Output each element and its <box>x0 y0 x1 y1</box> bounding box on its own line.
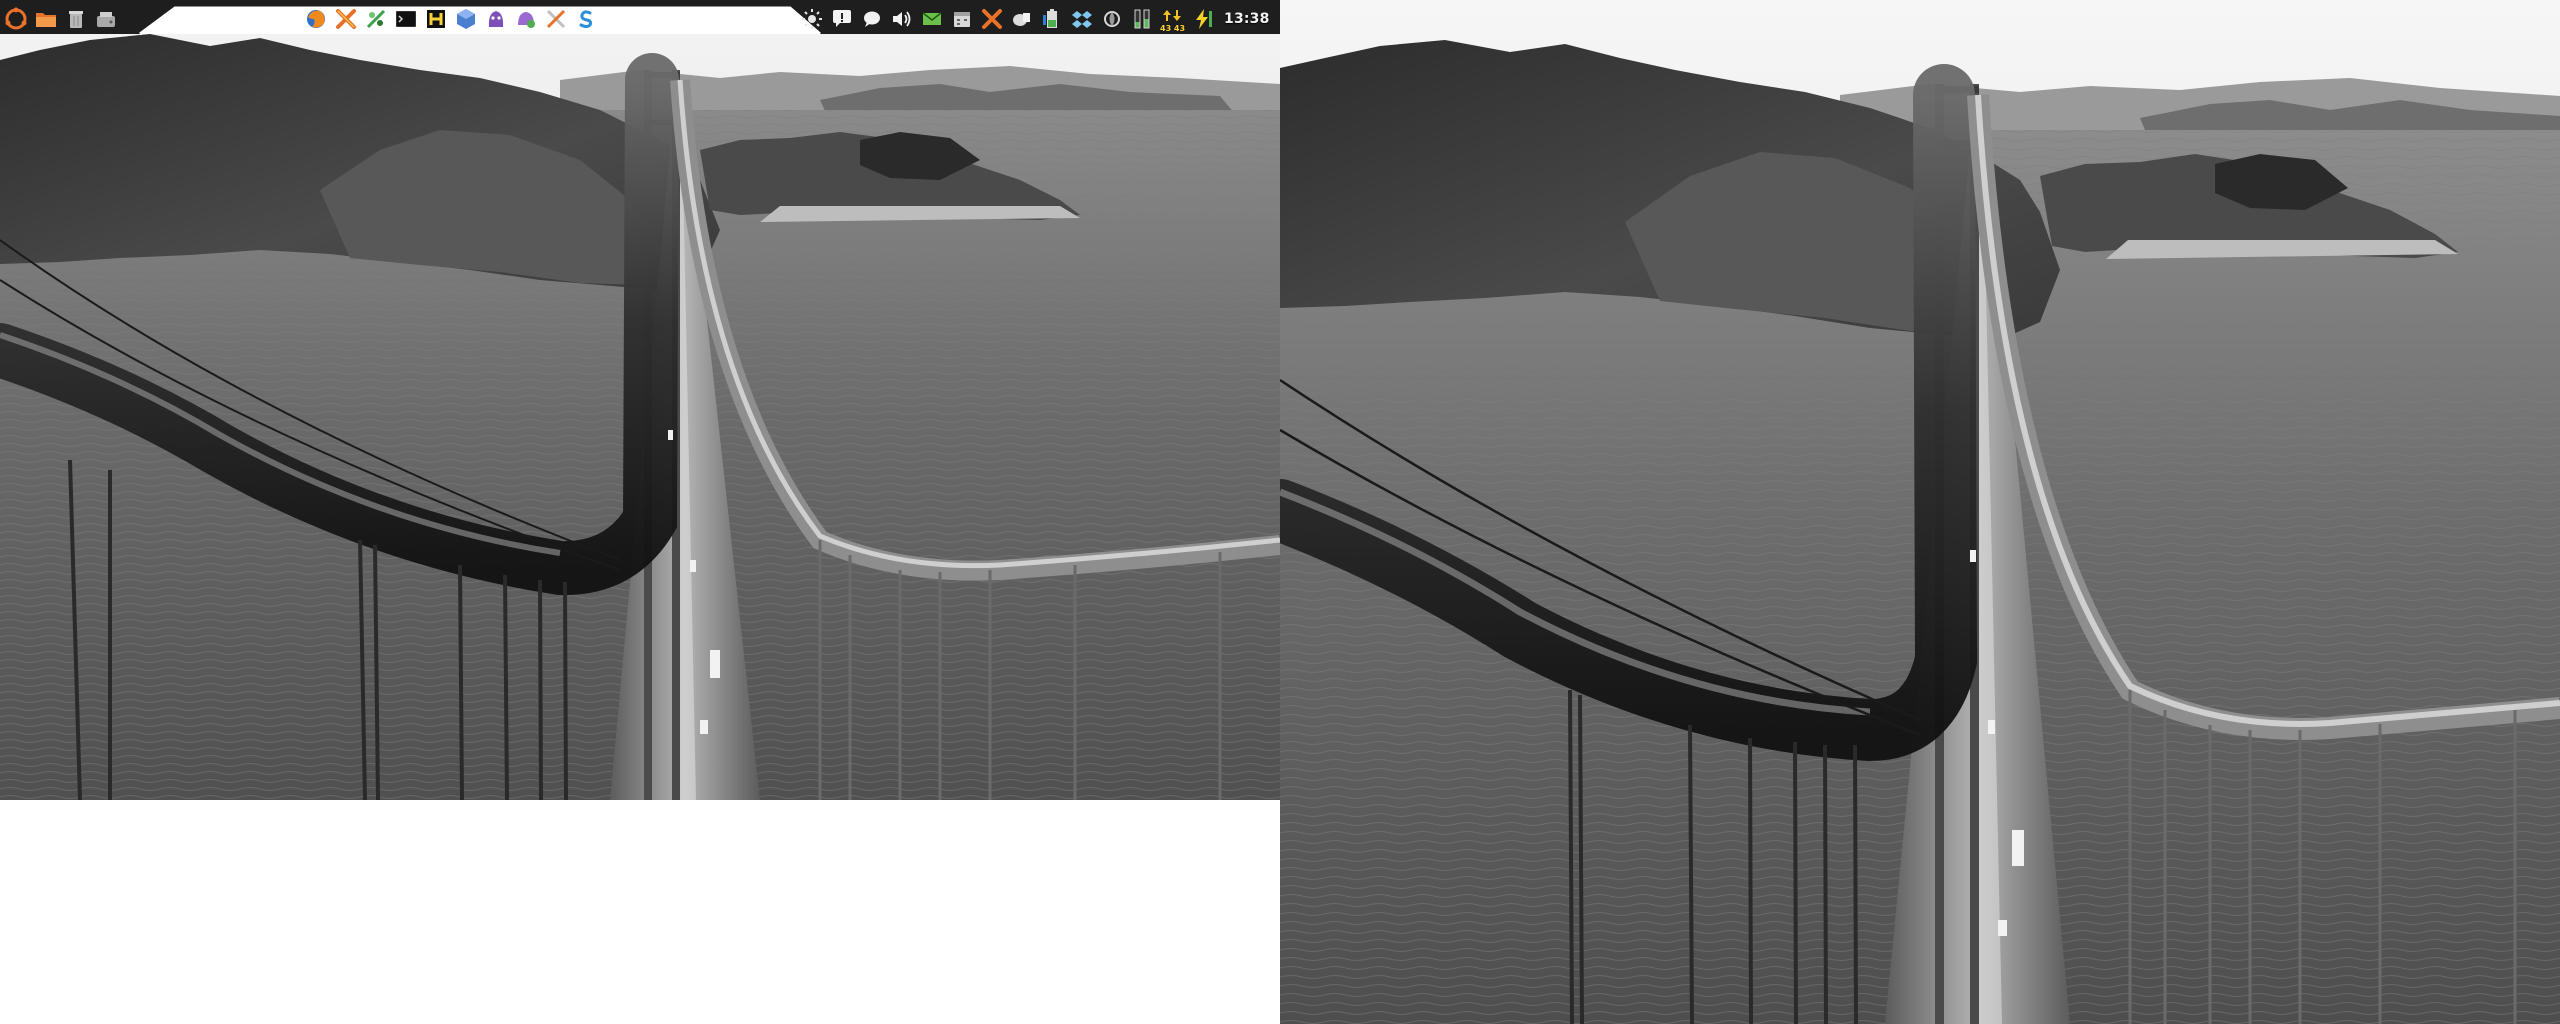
right-monitor-desktop[interactable] <box>1280 0 2560 1024</box>
scripts-icon[interactable] <box>364 7 388 31</box>
brightness-icon[interactable] <box>800 7 824 31</box>
wallpaper-golden-gate-right <box>1280 0 2560 1024</box>
terminal-icon[interactable] <box>394 7 418 31</box>
pidgin-icon[interactable] <box>484 7 508 31</box>
volume-icon[interactable] <box>890 7 914 31</box>
drive-icon[interactable] <box>94 7 118 31</box>
notification-icon[interactable] <box>830 7 854 31</box>
clipboard-icon[interactable] <box>1010 7 1034 31</box>
left-monitor-desktop[interactable]: 43 43 13:38 <box>0 0 1280 800</box>
settings-icon[interactable] <box>544 7 568 31</box>
top-panel: 43 43 13:38 <box>0 0 1280 38</box>
tools-icon[interactable] <box>334 7 358 31</box>
firefox-icon[interactable] <box>304 7 328 31</box>
calendar-icon[interactable] <box>950 7 974 31</box>
system-tray: 43 43 13:38 <box>800 5 1280 33</box>
network-speed-readout: 43 43 <box>1160 24 1186 33</box>
folder-icon[interactable] <box>34 7 58 31</box>
virtualbox-icon[interactable] <box>454 7 478 31</box>
skype-icon[interactable] <box>574 7 598 31</box>
panel-left-group <box>4 5 118 33</box>
power-indicator-icon[interactable] <box>1190 7 1214 31</box>
launcher-bar <box>304 5 598 33</box>
trash-icon[interactable] <box>64 7 88 31</box>
empathy-icon[interactable] <box>514 7 538 31</box>
chat-bubble-icon[interactable] <box>860 7 884 31</box>
wallpaper-golden-gate-left <box>0 0 1280 800</box>
cpu-meter-icon[interactable] <box>1130 7 1154 31</box>
tools-icon[interactable] <box>980 7 1004 31</box>
mail-icon[interactable] <box>920 7 944 31</box>
network-icon[interactable] <box>1100 7 1124 31</box>
network-speed-icon[interactable]: 43 43 <box>1160 7 1186 33</box>
hexchat-icon[interactable] <box>424 7 448 31</box>
dropbox-icon[interactable] <box>1070 7 1094 31</box>
panel-clock[interactable]: 13:38 <box>1220 11 1274 27</box>
ubuntu-logo-icon[interactable] <box>4 7 28 31</box>
battery-icon[interactable] <box>1040 7 1064 31</box>
